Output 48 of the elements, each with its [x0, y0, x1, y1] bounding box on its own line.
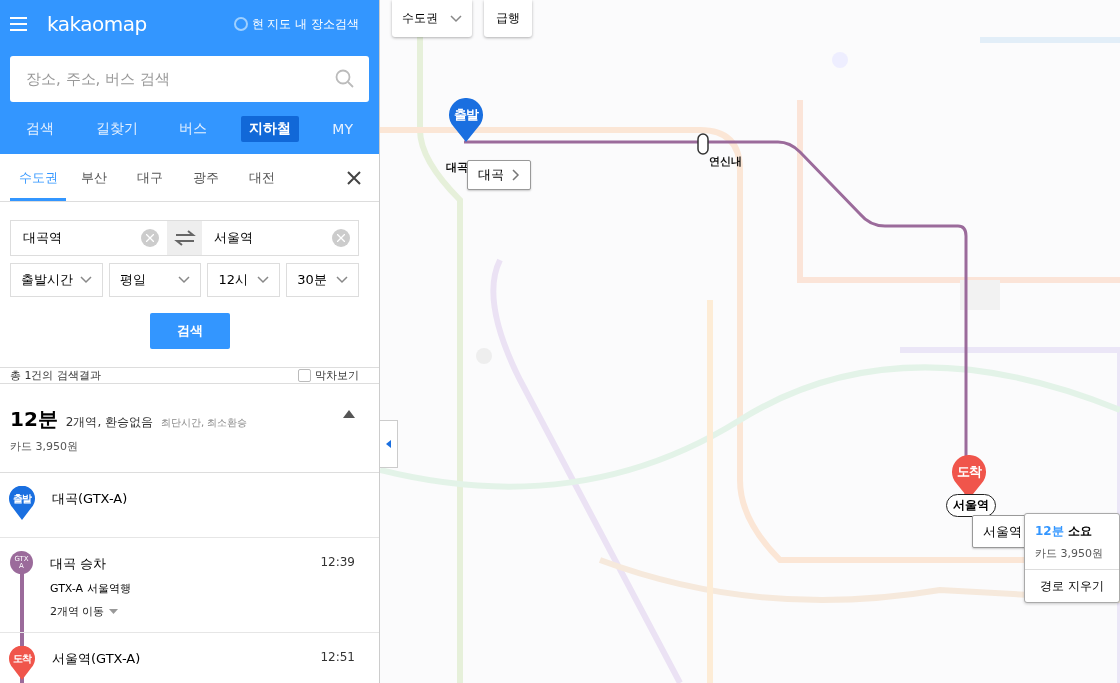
- close-icon[interactable]: [347, 170, 361, 185]
- result-count: 총 1건의 검색결과: [10, 368, 101, 383]
- search-field[interactable]: 장소, 주소, 버스 검색: [10, 56, 369, 102]
- search-icon[interactable]: [335, 69, 355, 89]
- region-tab[interactable]: 대구: [122, 154, 178, 201]
- chevron-down-icon: [79, 276, 92, 284]
- route-tags: 최단시간, 최소환승: [161, 416, 248, 430]
- radio-icon[interactable]: [233, 17, 248, 31]
- step-time: 12:51: [320, 649, 355, 664]
- chevron-down-icon: [178, 276, 191, 284]
- collapse-handle[interactable]: [380, 420, 398, 468]
- last-train-checkbox[interactable]: 막차보기: [298, 368, 359, 383]
- route-stops: 2개역, 환승없음: [65, 414, 154, 431]
- step-station: 서울역(GTX-A): [52, 650, 142, 668]
- station-tooltip[interactable]: 대곡: [467, 160, 531, 190]
- region-tab[interactable]: 대전: [234, 154, 290, 201]
- region-tab[interactable]: 부산: [66, 154, 122, 201]
- caret-icon[interactable]: [108, 609, 118, 614]
- dropdown[interactable]: 평일: [108, 263, 202, 297]
- chevron-down-icon: [450, 14, 462, 23]
- end-marker: 도착: [9, 646, 35, 680]
- step-station: 대곡 승차: [50, 555, 108, 573]
- express-button[interactable]: 급행: [484, 0, 532, 37]
- popup-duration: 12분 소요: [1035, 523, 1093, 540]
- chevron-right-icon: [512, 169, 520, 181]
- nav-tab[interactable]: 지하철: [240, 116, 299, 142]
- start-marker: 출발: [449, 98, 483, 142]
- step-station: 대곡(GTX-A): [52, 490, 129, 508]
- step-time: 12:39: [320, 554, 355, 569]
- dropdown[interactable]: 출발시간: [10, 263, 103, 297]
- station-label: 연신내: [709, 154, 742, 169]
- route-duration: 12분: [10, 406, 58, 433]
- stations-toggle[interactable]: 2개역 이동: [50, 604, 105, 619]
- menu-icon[interactable]: [10, 17, 27, 31]
- start-marker: 출발: [9, 486, 35, 520]
- station-marker: [697, 133, 709, 155]
- chevron-down-icon: [336, 276, 348, 284]
- region-tab[interactable]: 광주: [178, 154, 234, 201]
- collapse-icon[interactable]: [343, 410, 355, 418]
- clear-route-button[interactable]: 경로 지우기: [1025, 570, 1119, 602]
- station-label: 대곡: [446, 160, 468, 175]
- chevron-down-icon: [257, 276, 270, 284]
- region-dropdown[interactable]: 수도권: [392, 0, 472, 37]
- popup-fare: 카드 3,950원: [1035, 546, 1104, 561]
- dropdown[interactable]: 12시: [207, 263, 281, 297]
- route-fare: 카드 3,950원: [10, 439, 79, 454]
- dropdown[interactable]: 30분: [286, 263, 359, 297]
- step-direction: GTX-A 서울역행: [50, 581, 132, 596]
